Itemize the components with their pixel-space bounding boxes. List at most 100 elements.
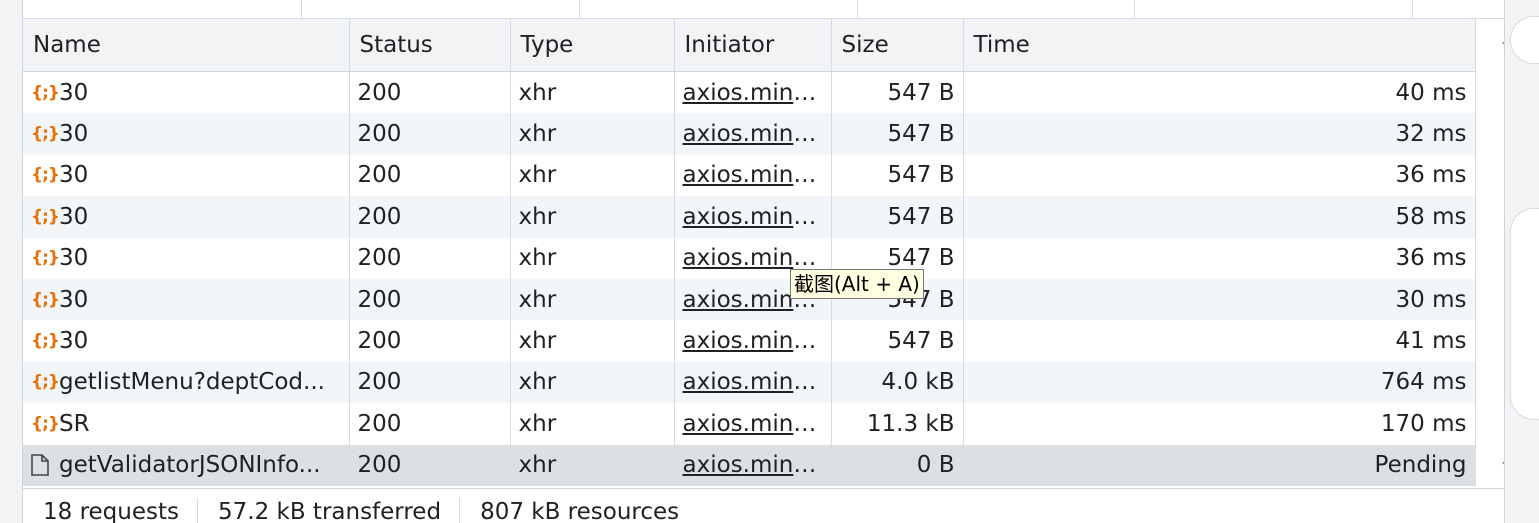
status-bar: 18 requests 57.2 kB transferred 807 kB r… xyxy=(23,488,1504,523)
xhr-icon: {;} xyxy=(31,331,60,352)
cell-type: xhr xyxy=(510,154,675,197)
cell-time: 36 ms xyxy=(963,154,1476,197)
table-header-row: Name Status Type Initiator Size Time xyxy=(23,19,1476,72)
scrollbar-thumb[interactable] xyxy=(1504,220,1505,447)
cell-status: 200 xyxy=(349,444,511,486)
column-header-initiator[interactable]: Initiator xyxy=(674,19,832,72)
request-name: 30 xyxy=(59,245,89,272)
xhr-icon: {;} xyxy=(31,372,60,393)
cell-name[interactable]: {;} 30 xyxy=(23,154,350,197)
column-header-type[interactable]: Type xyxy=(510,19,675,72)
initiator-link[interactable]: axios.min.js?t xyxy=(683,162,831,188)
initiator-link[interactable]: axios.min.js?t xyxy=(683,411,831,437)
xhr-icon: {;} xyxy=(31,124,60,145)
initiator-link[interactable]: axios.min.js?t xyxy=(683,121,831,147)
cell-type: xhr xyxy=(510,113,675,155)
cell-initiator: axios.min.js?t xyxy=(674,113,832,155)
request-name: 30 xyxy=(59,286,89,313)
cell-type: xhr xyxy=(510,71,675,114)
cell-status: 200 xyxy=(349,278,511,321)
cell-size: 547 B xyxy=(831,320,964,362)
cell-status: 200 xyxy=(349,154,511,197)
cell-name[interactable]: {;} getlistMenu?deptCod... xyxy=(23,361,350,404)
cell-time: Pending xyxy=(963,444,1476,486)
cell-name[interactable]: {;} 30 xyxy=(23,320,350,362)
cell-type: xhr xyxy=(510,403,675,445)
cell-status: 200 xyxy=(349,320,511,362)
table-row[interactable]: {;} 30 200 xhr axios.min.js?t 547 B 40 ms xyxy=(23,71,1476,114)
cell-size: 547 B xyxy=(831,196,964,238)
table-row[interactable]: {;} 30 200 xhr axios.min.js?t 547 B 32 ms xyxy=(23,113,1476,155)
timeline-overview-strip xyxy=(23,0,1504,19)
network-request-table: Name Status Type Initiator Size Time {;}… xyxy=(23,19,1476,486)
xhr-icon: {;} xyxy=(31,206,60,227)
cell-status: 200 xyxy=(349,361,511,404)
column-header-status[interactable]: Status xyxy=(349,19,511,72)
request-name: getlistMenu?deptCod... xyxy=(59,369,325,396)
document-icon xyxy=(31,454,59,477)
vertical-scrollbar[interactable] xyxy=(1497,22,1505,482)
cell-type: xhr xyxy=(510,278,675,321)
xhr-icon: {;} xyxy=(31,248,60,269)
cell-type: xhr xyxy=(510,361,675,404)
cell-initiator: axios.min.js?t xyxy=(674,444,832,486)
cell-time: 32 ms xyxy=(963,113,1476,155)
cell-name[interactable]: {;} 30 xyxy=(23,278,350,321)
xhr-icon: {;} xyxy=(31,165,60,186)
cell-time: 40 ms xyxy=(963,71,1476,114)
table-row[interactable]: {;} getlistMenu?deptCod... 200 xhr axios.min… xyxy=(23,361,1476,404)
cell-name[interactable]: getValidatorJSONInfo... xyxy=(23,444,350,486)
column-header-size[interactable]: Size xyxy=(831,19,964,72)
cell-name[interactable]: {;} 30 xyxy=(23,237,350,279)
table-row[interactable]: getValidatorJSONInfo... 200 xhr axios.min.j… xyxy=(23,444,1476,486)
initiator-link[interactable]: axios.min.js?t xyxy=(683,245,831,271)
network-panel: Name Status Type Initiator Size Time {;}… xyxy=(22,0,1505,523)
screenshot-tooltip: 截图(Alt + A) xyxy=(790,269,924,299)
cell-initiator: axios.min.js?t xyxy=(674,154,832,197)
cell-status: 200 xyxy=(349,237,511,279)
xhr-icon: {;} xyxy=(31,289,60,310)
cell-name[interactable]: {;} 30 xyxy=(23,71,350,114)
scroll-down-arrow-icon[interactable] xyxy=(1502,462,1504,476)
cell-size: 4.0 kB xyxy=(831,361,964,404)
cell-name[interactable]: {;} SR xyxy=(23,403,350,445)
table-row[interactable]: {;} 30 200 xhr axios.min.js?t 547 B 36 ms xyxy=(23,237,1476,279)
resources-size: 807 kB resources xyxy=(480,499,680,523)
cell-type: xhr xyxy=(510,444,675,486)
request-name: 30 xyxy=(59,121,89,148)
table-row[interactable]: {;} 30 200 xhr axios.min.js?t 547 B 30 ms xyxy=(23,278,1476,321)
cell-initiator: axios.min.js?t xyxy=(674,71,832,114)
table-row[interactable]: {;} SR 200 xhr axios.min.js?t 11.3 kB 170 ms xyxy=(23,403,1476,445)
cell-time: 36 ms xyxy=(963,237,1476,279)
cell-time: 58 ms xyxy=(963,196,1476,238)
xhr-icon: {;} xyxy=(31,82,60,103)
cell-size: 547 B xyxy=(831,71,964,114)
cell-size: 547 B xyxy=(831,113,964,155)
cell-type: xhr xyxy=(510,196,675,238)
cell-status: 200 xyxy=(349,71,511,114)
request-name: SR xyxy=(59,410,90,437)
cell-status: 200 xyxy=(349,403,511,445)
cell-name[interactable]: {;} 30 xyxy=(23,113,350,155)
table-row[interactable]: {;} 30 200 xhr axios.min.js?t 547 B 41 ms xyxy=(23,320,1476,362)
cell-size: 11.3 kB xyxy=(831,403,964,445)
request-name: 30 xyxy=(59,328,89,355)
column-header-time[interactable]: Time xyxy=(963,19,1476,72)
cell-initiator: axios.min.js?t xyxy=(674,361,832,404)
column-header-name[interactable]: Name xyxy=(23,19,350,72)
initiator-link[interactable]: axios.min.js?t xyxy=(683,369,831,395)
initiator-link[interactable]: axios.min.js?t xyxy=(683,80,831,106)
initiator-link[interactable]: axios.min.js?t xyxy=(683,452,831,478)
cell-status: 200 xyxy=(349,113,511,155)
initiator-link[interactable]: axios.min.js?t xyxy=(683,204,831,230)
cell-time: 764 ms xyxy=(963,361,1476,404)
table-row[interactable]: {;} 30 200 xhr axios.min.js?t 547 B 36 ms xyxy=(23,154,1476,197)
cell-initiator: axios.min.js?t xyxy=(674,403,832,445)
scroll-up-arrow-icon[interactable] xyxy=(1502,30,1504,44)
cell-size: 0 B xyxy=(831,444,964,486)
table-row[interactable]: {;} 30 200 xhr axios.min.js?t 547 B 58 ms xyxy=(23,196,1476,238)
initiator-link[interactable]: axios.min.js?t xyxy=(683,328,831,354)
cell-time: 41 ms xyxy=(963,320,1476,362)
background-area xyxy=(1504,0,1539,523)
cell-name[interactable]: {;} 30 xyxy=(23,196,350,238)
